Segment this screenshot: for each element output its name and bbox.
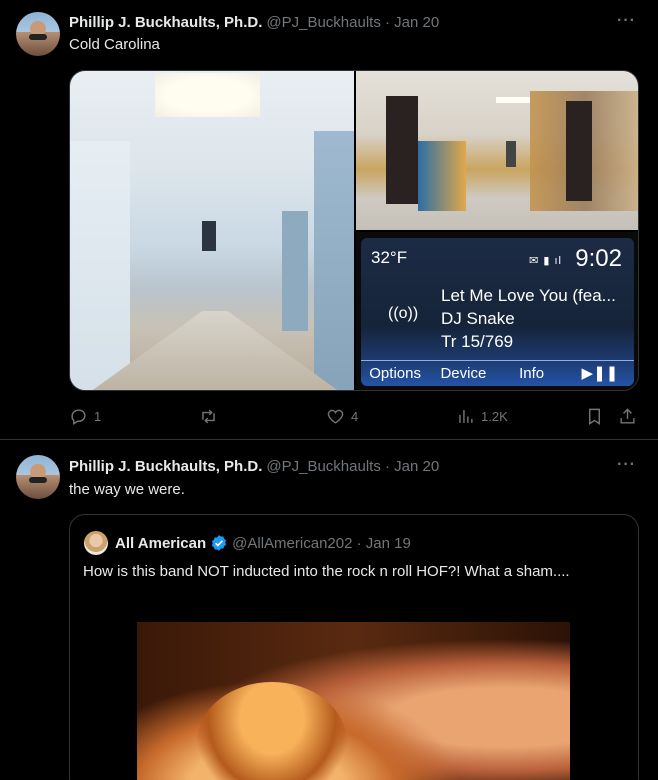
radio-options-label: Options	[361, 360, 430, 386]
more-options-icon[interactable]: ···	[617, 12, 636, 30]
radio-play-pause-label: ▶❚❚	[565, 360, 634, 386]
radio-device-label: Device	[429, 360, 498, 386]
quoted-author-handle-date: @AllAmerican202 · Jan 19	[232, 534, 411, 552]
share-button[interactable]	[618, 407, 637, 426]
verified-badge-icon	[212, 535, 227, 551]
car-radio-photo[interactable]: 32°F ✉ ▮ ıl 9:02 ((o)) Let Me Love You (…	[356, 232, 638, 390]
song-track: Tr 15/769	[441, 332, 514, 351]
author-handle-date[interactable]: @PJ_Buckhaults · Jan 20	[266, 458, 439, 475]
radio-temperature: 32°F	[371, 248, 408, 267]
repost-icon	[202, 409, 215, 424]
author-handle-date[interactable]: @PJ_Buckhaults · Jan 20	[266, 14, 439, 31]
mural-hallway-photo[interactable]	[356, 71, 638, 230]
repost-button[interactable]	[199, 407, 224, 426]
tweet-header: Phillip J. Buckhaults, Ph.D. @PJ_Buckhau…	[69, 11, 439, 33]
tweet-header: Phillip J. Buckhaults, Ph.D. @PJ_Buckhau…	[69, 455, 439, 477]
quoted-tweet-text: How is this band NOT inducted into the r…	[83, 563, 570, 580]
like-button[interactable]: 4	[326, 407, 358, 426]
song-title: Let Me Love You (fea...	[441, 286, 616, 305]
radio-song-info: Let Me Love You (fea... DJ Snake Tr 15/7…	[441, 284, 616, 353]
bookmark-button[interactable]	[585, 407, 604, 426]
reply-count: 1	[94, 409, 102, 424]
quoted-tweet-header: All American @AllAmerican202 · Jan 19	[115, 531, 411, 555]
hallway-photo[interactable]	[70, 71, 354, 390]
tweet-actions: 1 4 1.2K	[69, 407, 639, 427]
bookmark-icon	[589, 408, 600, 425]
radio-info-label: Info	[497, 360, 566, 386]
quoted-tweet-video[interactable]	[137, 622, 570, 780]
media-grid[interactable]: 32°F ✉ ▮ ıl 9:02 ((o)) Let Me Love You (…	[69, 70, 639, 391]
radio-button-bar: Options Device Info ▶❚❚	[361, 360, 634, 386]
radio-clock: 9:02	[575, 245, 622, 272]
like-count: 4	[351, 409, 359, 424]
reply-icon	[71, 409, 86, 425]
more-options-icon[interactable]: ···	[617, 456, 636, 474]
tweet-text: the way we were.	[69, 481, 185, 498]
analytics-icon	[459, 410, 473, 423]
heart-icon	[327, 409, 344, 424]
view-count: 1.2K	[481, 409, 508, 424]
quoted-author-name: All American	[115, 534, 207, 552]
author-name[interactable]: Phillip J. Buckhaults, Ph.D.	[69, 14, 262, 31]
author-avatar[interactable]	[16, 455, 60, 499]
broadcast-icon: ((o))	[388, 305, 419, 322]
author-avatar[interactable]	[16, 12, 60, 56]
radio-status-icons: ✉ ▮ ıl	[529, 255, 562, 267]
author-name[interactable]: Phillip J. Buckhaults, Ph.D.	[69, 458, 262, 475]
share-icon	[620, 408, 635, 424]
radio-screen: 32°F ✉ ▮ ıl 9:02 ((o)) Let Me Love You (…	[361, 238, 634, 386]
quoted-author-avatar	[84, 531, 108, 555]
tweet[interactable]: Phillip J. Buckhaults, Ph.D. @PJ_Buckhau…	[0, 0, 658, 439]
views-button[interactable]: 1.2K	[456, 407, 508, 426]
quoted-tweet[interactable]: All American @AllAmerican202 · Jan 19 Ho…	[69, 514, 639, 780]
tweet-text: Cold Carolina	[69, 36, 160, 53]
reply-button[interactable]: 1	[69, 407, 101, 426]
song-artist: DJ Snake	[441, 309, 515, 328]
